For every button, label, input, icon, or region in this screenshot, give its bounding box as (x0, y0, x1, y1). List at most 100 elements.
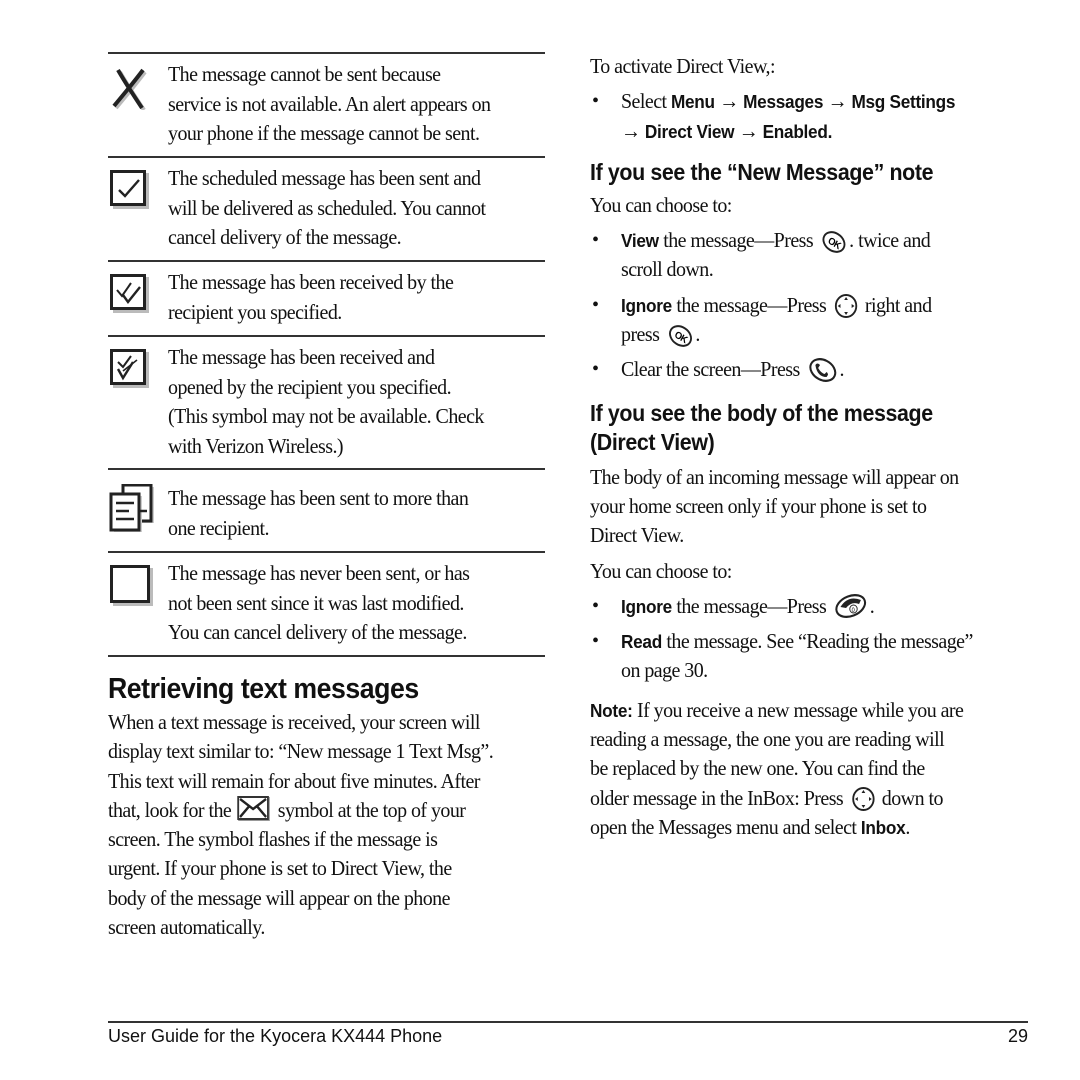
paragraph-line: screen. The symbol flashes if the messag… (108, 827, 438, 852)
multiple-documents-icon (109, 483, 154, 532)
page-number: 29 (1007, 1026, 1028, 1046)
paragraph-line: your home screen only if your phone is s… (590, 493, 927, 518)
menu-path-line-1: Select Menu → Messages → Msg Settings (621, 87, 1001, 116)
envelope-icon (236, 795, 269, 820)
status-desc-line: You can cancel delivery of the message. (168, 620, 467, 644)
note-block: Note: If you receive a new message while… (590, 696, 1030, 842)
bullet-line: Ignore the message—Press 0. (621, 592, 1001, 621)
status-desc-line: The message has never been sent, or has (168, 561, 470, 585)
paragraph-line: that, look for the symbol at the top of y… (108, 795, 514, 825)
status-desc-line: service is not available. An alert appea… (168, 91, 491, 116)
status-desc-line: The message has been sent to more than (168, 486, 469, 510)
paragraph-line: screen automatically. (108, 915, 265, 940)
activate-bullet: • Select Menu → Messages → Msg Settings … (590, 87, 1030, 146)
checkbox-opened-check-icon (110, 349, 146, 385)
x-icon (112, 68, 147, 112)
status-desc-line: The message cannot be sent because (168, 62, 441, 86)
end-key-icon: 0 (835, 593, 867, 618)
text-fragment: . (827, 120, 833, 142)
menu-item-direct-view: Direct View (644, 120, 735, 142)
paragraph-line: display text similar to: “New message 1 … (108, 739, 494, 764)
bullet-ignore: • Ignore the message—Press right and pre… (590, 291, 1030, 350)
nav-key-icon (835, 293, 858, 318)
text-fragment: If you receive a new message while you a… (637, 697, 964, 722)
send-key-icon (809, 358, 837, 383)
text-fragment: the message—Press (658, 228, 814, 253)
status-desc-line: The message has been received and (168, 345, 435, 369)
text-fragment: . (905, 814, 910, 839)
bullet-icon: • (592, 358, 600, 381)
bullet-line: on page 30. (621, 658, 708, 683)
heading-direct-view: If you see the body of the message (Dire… (590, 399, 1030, 457)
menu-item-menu: Menu (670, 91, 715, 113)
bold-term: Ignore (621, 595, 672, 617)
note-label: Note: (590, 699, 633, 721)
heading-new-message-note: If you see the “New Message” note (590, 158, 934, 185)
bullet-line: scroll down. (621, 257, 714, 282)
note-line: reading a message, the one you are readi… (590, 727, 945, 752)
menu-item-msg-settings: Msg Settings (851, 91, 956, 113)
menu-item-inbox: Inbox (860, 816, 906, 838)
text-fragment: . twice and (849, 228, 931, 253)
text-fragment: the message—Press (671, 292, 827, 317)
text-fragment: right and (864, 292, 932, 317)
bullet-line: Clear the screen—Press . (621, 355, 1001, 384)
heading-line: If you see the body of the message (590, 399, 933, 426)
menu-path-line-2: → Direct View → Enabled. (621, 117, 1001, 146)
bullet-icon: • (592, 594, 600, 617)
text-fragment: Select (621, 89, 667, 114)
text-fragment: Clear the screen—Press (621, 357, 800, 382)
status-desc-line: your phone if the message cannot be sent… (168, 121, 480, 145)
paragraph-line: Direct View. (590, 523, 684, 548)
section-title-retrieving: Retrieving text messages (108, 673, 419, 705)
text-fragment: older message in the InBox: Press (590, 785, 844, 810)
arrow-icon: → (827, 89, 848, 114)
nav-key-icon (852, 786, 875, 811)
status-row-received: The message has been received by the rec… (108, 262, 545, 337)
bullet-line: Ignore the message—Press right and (621, 291, 1001, 320)
text-fragment: the message. See “Reading the message” (661, 629, 973, 654)
paragraph-line: body of the message will appear on the p… (108, 885, 450, 910)
note-line: open the Messages menu and select Inbox. (590, 813, 999, 842)
bullet-icon: • (592, 90, 600, 113)
footer-title: User Guide for the Kyocera KX444 Phone (108, 1026, 443, 1046)
status-row-cannot-send: The message cannot be sent because servi… (108, 54, 545, 158)
activate-intro: To activate Direct View,: (590, 54, 776, 78)
text-fragment: . (869, 593, 875, 618)
paragraph-line: When a text message is received, your sc… (108, 710, 480, 734)
bold-term: View (621, 230, 659, 252)
bold-term: Read (621, 631, 662, 653)
status-desc-line: recipient you specified. (168, 299, 342, 324)
status-desc-line: The message has been received by the (168, 270, 454, 294)
bullet-icon: • (592, 630, 600, 653)
message-status-table: The message cannot be sent because servi… (108, 52, 545, 657)
paragraph-line: This text will remain for about five min… (108, 768, 480, 793)
paragraph-line: urgent. If your phone is set to Direct V… (108, 856, 452, 881)
text-fragment: symbol at the top of your (277, 797, 466, 822)
bullet-icon: • (592, 293, 600, 316)
text-fragment: press (621, 322, 660, 347)
bullet-icon: • (592, 229, 600, 252)
bullet-line: View the message—Press OK. twice and (621, 226, 1001, 255)
empty-box-icon (110, 565, 150, 603)
bullet-line: Read the message. See “Reading the messa… (621, 627, 1001, 656)
right-column: To activate Direct View,: • Select Menu … (590, 52, 1030, 842)
arrow-icon: → (719, 89, 739, 114)
status-row-never-sent: The message has never been sent, or has … (108, 553, 545, 657)
status-row-multiple-recipients: The message has been sent to more than o… (108, 470, 545, 553)
page-footer: User Guide for the Kyocera KX444 Phone 2… (108, 1021, 1028, 1046)
bullet-line: press OK. (621, 320, 1001, 349)
bullet-clear: • Clear the screen—Press . (590, 355, 1030, 384)
checkbox-double-check-icon (110, 274, 146, 310)
paragraph-line: The body of an incoming message will app… (590, 464, 959, 489)
menu-item-messages: Messages (743, 91, 824, 113)
text-fragment: . (695, 322, 700, 347)
bullet-ignore-direct: • Ignore the message—Press 0. (590, 592, 1030, 621)
status-desc-line: cancel delivery of the message. (168, 225, 402, 249)
retrieving-paragraph: When a text message is received, your sc… (108, 708, 545, 942)
text-fragment: that, look for the (108, 797, 232, 822)
status-desc-line: with Verizon Wireless.) (168, 433, 344, 458)
status-desc-line: The scheduled message has been sent and (168, 166, 481, 190)
status-row-opened: The message has been received and opened… (108, 337, 545, 470)
note-line: be replaced by the new one. You can find… (590, 756, 925, 781)
